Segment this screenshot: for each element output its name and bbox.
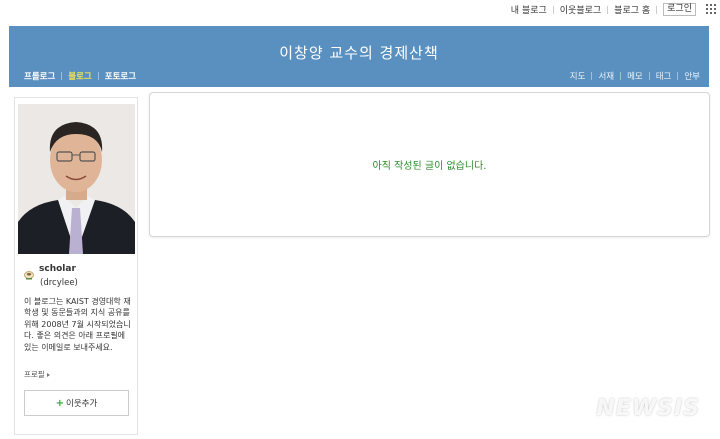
profile-name: scholar xyxy=(39,264,76,274)
my-blog-link[interactable]: 내 블로그 xyxy=(511,3,547,16)
global-nav: 내 블로그 이웃블로그 블로그 홈 로그인 xyxy=(0,0,720,18)
plus-icon: + xyxy=(55,397,65,409)
gnb-links: 내 블로그 이웃블로그 블로그 홈 로그인 xyxy=(511,3,696,16)
blog-title[interactable]: 이창양 교수의 경제산책 xyxy=(9,42,709,63)
menu-library[interactable]: 서재 xyxy=(598,70,614,82)
login-button[interactable]: 로그인 xyxy=(663,3,696,16)
menu-photolog[interactable]: 포토로그 xyxy=(105,70,136,82)
blog-home-link[interactable]: 블로그 홈 xyxy=(614,3,650,16)
divider xyxy=(677,72,679,80)
cup-icon xyxy=(24,265,35,279)
divider xyxy=(591,72,593,80)
divider xyxy=(656,5,658,14)
empty-post-message: 아직 작성된 글이 없습니다. xyxy=(372,161,487,172)
profile-photo[interactable] xyxy=(18,104,135,254)
apps-grid-icon[interactable] xyxy=(706,4,716,14)
menu-tag[interactable]: 태그 xyxy=(656,70,672,82)
add-neighbor-button[interactable]: + 이웃추가 xyxy=(24,390,129,416)
menu-memo[interactable]: 메모 xyxy=(627,70,643,82)
add-neighbor-label: 이웃추가 xyxy=(66,399,98,409)
profile-link[interactable]: 프로필 xyxy=(24,369,50,380)
divider xyxy=(607,5,609,14)
neighbor-blog-link[interactable]: 이웃블로그 xyxy=(560,3,601,16)
blog-menu-right: 지도 서재 메모 태그 안부 xyxy=(570,70,700,82)
divider xyxy=(97,72,99,80)
menu-guestbook[interactable]: 안부 xyxy=(684,70,700,82)
menu-blog[interactable]: 블로그 xyxy=(68,70,91,82)
newsis-watermark: NEWSIS xyxy=(596,396,700,421)
profile-sidebar: scholar (drcylee) 이 블로그는 KAIST 경영대학 재학생 … xyxy=(14,97,138,435)
divider xyxy=(552,5,554,14)
blog-header: 이창양 교수의 경제산책 프롤로그 블로그 포토로그 지도 서재 메모 태그 안… xyxy=(9,26,709,87)
menu-prologue[interactable]: 프롤로그 xyxy=(24,70,55,82)
arrow-right-icon xyxy=(46,372,50,377)
divider xyxy=(620,72,622,80)
profile-name-row: scholar xyxy=(24,264,76,279)
divider xyxy=(648,72,650,80)
profile-description: 이 블로그는 KAIST 경영대학 재학생 및 동문들과의 지식 공유를 위해 … xyxy=(24,297,131,352)
divider xyxy=(61,72,63,80)
profile-id: (drcylee) xyxy=(40,278,78,288)
post-area: 아직 작성된 글이 없습니다. xyxy=(149,92,710,237)
profile-link-label: 프로필 xyxy=(24,370,45,379)
blog-menu-left: 프롤로그 블로그 포토로그 xyxy=(24,70,136,82)
menu-map[interactable]: 지도 xyxy=(570,70,586,82)
